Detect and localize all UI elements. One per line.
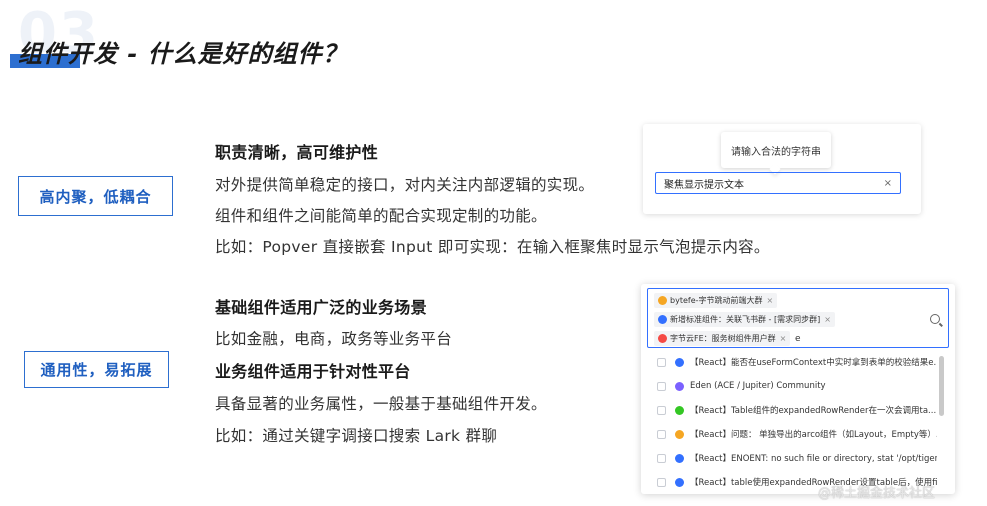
list-item[interactable]: 【React】能否在useFormContext中实时拿到表单的校验结果e...	[647, 350, 937, 374]
tag-cohesion: 高内聚，低耦合	[18, 176, 173, 216]
selected-chip: bytefe-字节跳动前端大群 ×	[654, 293, 778, 308]
chip-close-icon[interactable]: ×	[767, 296, 774, 305]
focused-input[interactable]: 聚焦显示提示文本 ×	[655, 172, 901, 194]
group-icon	[675, 381, 684, 391]
section2-heading1: 基础组件适用广泛的业务场景	[215, 298, 427, 317]
section2-heading2: 业务组件适用于针对性平台	[215, 362, 411, 381]
list-item[interactable]: 【React】Table组件的expandedRowRender在一次会调用ta…	[647, 398, 937, 422]
checkbox[interactable]	[657, 429, 666, 439]
group-icon	[675, 405, 684, 415]
input-value: 聚焦显示提示文本	[664, 179, 744, 191]
watermark: @稀土掘金技术社区	[818, 486, 936, 501]
group-icon	[658, 315, 667, 324]
checkbox[interactable]	[657, 453, 666, 463]
section1-line2: 组件和组件之间能简单的配合实现定制的功能。	[215, 207, 547, 225]
checkbox[interactable]	[657, 477, 666, 487]
option-label: 【React】ENOENT: no such file or directory…	[690, 454, 937, 464]
section1-line1: 对外提供简单稳定的接口，对内关注内部逻辑的实现。	[215, 176, 595, 194]
select-demo-card: bytefe-字节跳动前端大群 × 新增标准组件：关联飞书群 - [需求同步群]…	[641, 284, 955, 494]
option-label: 【React】问题： 单独导出的arco组件（如Layout，Empty等）..…	[690, 430, 937, 440]
checkbox[interactable]	[657, 381, 666, 391]
option-label: 【React】Table组件的expandedRowRender在一次会调用ta…	[690, 406, 937, 416]
chip-close-icon[interactable]: ×	[824, 315, 831, 324]
section2-line1: 比如金融，电商，政务等业务平台	[215, 330, 453, 348]
group-icon	[658, 334, 667, 343]
search-icon[interactable]	[930, 314, 940, 324]
multi-select-input[interactable]: bytefe-字节跳动前端大群 × 新增标准组件：关联飞书群 - [需求同步群]…	[647, 288, 949, 348]
page-title: 组件开发 - 什么是好的组件？	[18, 40, 348, 68]
tag-generality: 通用性，易拓展	[24, 351, 169, 388]
option-label: Eden (ACE / Jupiter) Community	[690, 381, 826, 391]
clear-icon[interactable]: ×	[884, 178, 892, 189]
section1-line3: 比如：Popver 直接嵌套 Input 即可实现：在输入框聚焦时显示气泡提示内…	[215, 238, 770, 256]
list-item[interactable]: Eden (ACE / Jupiter) Community	[647, 374, 937, 398]
section2-line3: 比如：通过关键字调接口搜索 Lark 群聊	[215, 427, 498, 445]
selected-chip: 字节云FE：服务树组件用户群 ×	[654, 331, 791, 346]
section2-line2: 具备显著的业务属性，一般基于基础组件开发。	[215, 395, 547, 413]
list-item[interactable]: 【React】ENOENT: no such file or directory…	[647, 446, 937, 470]
list-item[interactable]: 【React】问题： 单独导出的arco组件（如Layout，Empty等）..…	[647, 422, 937, 446]
option-label: 【React】能否在useFormContext中实时拿到表单的校验结果e...	[690, 358, 937, 368]
chip-label: 字节云FE：服务树组件用户群	[670, 334, 776, 343]
checkbox[interactable]	[657, 405, 666, 415]
popover-demo-card: 请输入合法的字符串 聚焦显示提示文本 ×	[643, 124, 921, 214]
selected-chip: 新增标准组件：关联飞书群 - [需求同步群] ×	[654, 312, 835, 327]
popover-bubble: 请输入合法的字符串	[721, 132, 831, 168]
group-icon	[675, 357, 684, 367]
group-icon	[675, 429, 684, 439]
section1-heading: 职责清晰，高可维护性	[215, 143, 379, 162]
group-icon	[675, 453, 684, 463]
group-icon	[675, 477, 684, 487]
scrollbar[interactable]	[939, 356, 944, 416]
chip-label: 新增标准组件：关联飞书群 - [需求同步群]	[670, 315, 821, 324]
chip-label: bytefe-字节跳动前端大群	[670, 296, 763, 305]
options-list: 【React】能否在useFormContext中实时拿到表单的校验结果e...…	[647, 350, 937, 494]
typed-text: e	[795, 334, 801, 344]
group-icon	[658, 296, 667, 305]
checkbox[interactable]	[657, 357, 666, 367]
chip-close-icon[interactable]: ×	[780, 334, 787, 343]
